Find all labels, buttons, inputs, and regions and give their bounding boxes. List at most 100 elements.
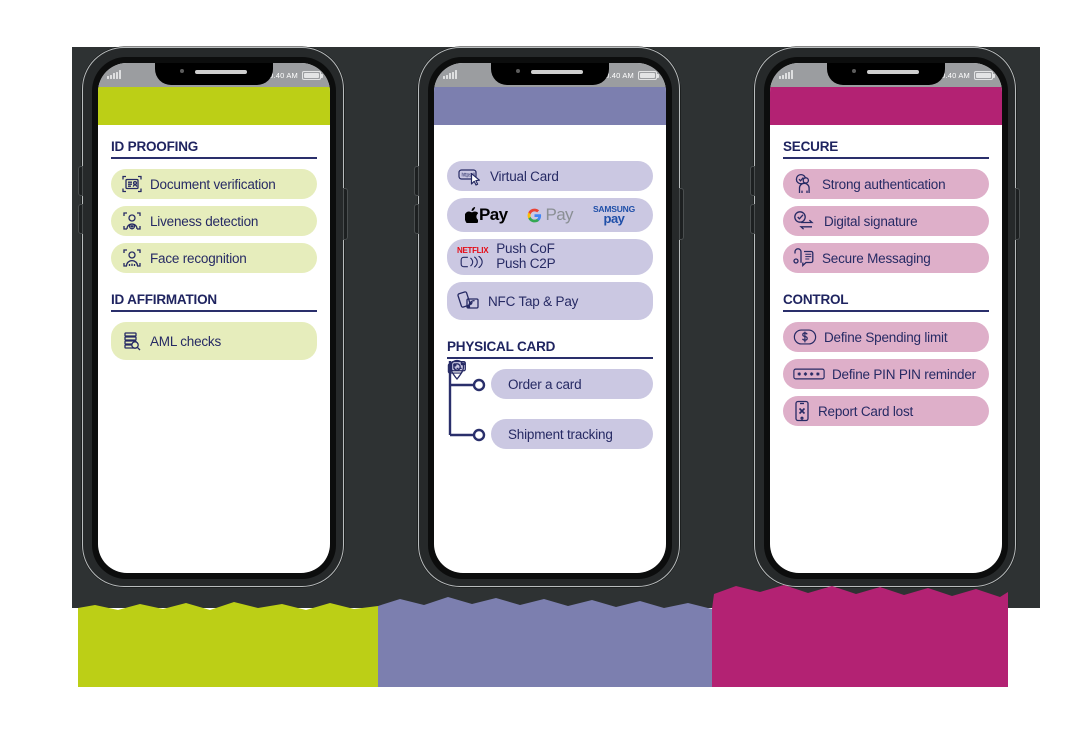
contactless-card-icon <box>460 256 483 268</box>
list-item-label: Digital signature <box>824 213 918 229</box>
apple-pay-label: Pay <box>479 205 508 224</box>
lime-block <box>78 602 378 687</box>
list-item-label: Document verification <box>150 176 276 192</box>
volume-down-button[interactable] <box>750 204 755 234</box>
list-item-label: Order a card <box>508 376 582 392</box>
volume-down-button[interactable] <box>414 204 419 234</box>
list-item-aml-checks[interactable]: AML checks <box>111 322 317 361</box>
list-item-push-provisioning[interactable]: NETFLIX Push CoF Push C2P <box>447 239 653 275</box>
list-item-document-verification[interactable]: Document verification <box>111 169 317 200</box>
list-item-label: Define PIN PIN reminder <box>832 366 976 382</box>
earpiece-speaker-icon <box>531 70 583 74</box>
volume-up-button[interactable] <box>414 166 419 196</box>
list-item-label: Define Spending limit <box>824 329 948 345</box>
app-header-band-security <box>770 87 1002 125</box>
section-rule <box>783 157 989 160</box>
notch <box>155 63 273 85</box>
id-document-scan-icon <box>121 174 143 194</box>
nfc-tap-pay-icon <box>457 289 481 313</box>
section-rule <box>111 157 317 160</box>
volume-down-button[interactable] <box>78 204 83 234</box>
wallet-logos-row[interactable]: Pay Pay SAMSUNG pay <box>447 198 653 232</box>
list-item-liveness-detection[interactable]: Liveness detection <box>111 206 317 237</box>
power-button[interactable] <box>343 188 348 240</box>
list-item-label: AML checks <box>150 333 222 349</box>
front-camera-icon <box>180 69 184 73</box>
list-item-define-pin[interactable]: Define PIN PIN reminder <box>783 359 989 390</box>
dollar-badge-icon <box>793 327 817 347</box>
front-camera-icon <box>852 69 856 73</box>
status-bar: 10.40 AM <box>98 63 330 87</box>
phone-payments: 10.40 AM https:// Virtual Card Pay Pay S… <box>414 47 684 587</box>
secure-message-icon <box>793 247 815 269</box>
phone-screen-identity: 10.40 AM ID PROOFING Document verificati… <box>98 63 330 573</box>
google-pay-label: Pay <box>545 205 573 224</box>
signature-exchange-icon <box>793 210 817 232</box>
content-payments: https:// Virtual Card Pay Pay SAMSUNG pa… <box>434 125 666 450</box>
power-button[interactable] <box>679 188 684 240</box>
list-item-shipment-tracking[interactable]: Shipment tracking <box>449 360 653 450</box>
section-rule <box>111 310 317 313</box>
list-item-digital-signature[interactable]: Digital signature <box>783 206 989 237</box>
google-pay-logo: Pay <box>527 205 574 225</box>
push-labels: Push CoF Push C2P <box>496 242 555 271</box>
list-item-virtual-card[interactable]: https:// Virtual Card <box>447 161 653 191</box>
section-title-secure: SECURE <box>783 139 839 154</box>
earpiece-speaker-icon <box>867 70 919 74</box>
periwinkle-block <box>378 597 712 687</box>
notch <box>827 63 945 85</box>
list-item-label: Face recognition <box>150 250 247 266</box>
power-button[interactable] <box>1015 188 1020 240</box>
phone-identity: 10.40 AM ID PROOFING Document verificati… <box>78 47 348 587</box>
status-bar: 10.40 AM <box>770 63 1002 87</box>
verified-user-icon <box>793 173 815 195</box>
status-bar: 10.40 AM <box>434 63 666 87</box>
app-header-band-identity <box>98 87 330 125</box>
magenta-block <box>712 585 1008 687</box>
section-title-control: CONTROL <box>783 292 849 308</box>
face-recognition-icon <box>121 247 143 269</box>
list-item-label: Report Card lost <box>818 403 914 419</box>
list-item-face-recognition[interactable]: Face recognition <box>111 243 317 274</box>
phone-screen-payments: 10.40 AM https:// Virtual Card Pay Pay S… <box>434 63 666 573</box>
phone-bezel: 10.40 AM https:// Virtual Card Pay Pay S… <box>428 57 672 579</box>
phone-bezel: 10.40 AM ID PROOFING Document verificati… <box>92 57 336 579</box>
list-item-label: Strong authentication <box>822 176 946 192</box>
volume-up-button[interactable] <box>78 166 83 196</box>
samsung-pay-logo: SAMSUNG pay <box>593 205 635 226</box>
list-item-report-card-lost[interactable]: Report Card lost <box>783 396 989 427</box>
section-title-id-affirmation: ID AFFIRMATION <box>111 292 217 308</box>
push-icons: NETFLIX <box>457 246 489 268</box>
battery-icon <box>638 70 659 80</box>
list-item-label: Virtual Card <box>490 168 559 184</box>
list-item-nfc-tap-pay[interactable]: NFC Tap & Pay <box>447 282 653 320</box>
list-item-secure-messaging[interactable]: Secure Messaging <box>783 243 989 274</box>
bottom-color-blocks <box>0 580 1080 710</box>
content-identity: ID PROOFING Document verification Livene… <box>98 125 330 361</box>
netflix-logo: NETFLIX <box>457 246 489 255</box>
list-item-spending-limit[interactable]: Define Spending limit <box>783 322 989 353</box>
list-item-label: Liveness detection <box>150 213 259 229</box>
app-header-band-payments <box>434 87 666 125</box>
samsung-pay-line2: pay <box>603 210 625 226</box>
phone-bezel: 10.40 AM SECURE Strong authentication Di… <box>764 57 1008 579</box>
signal-bars-icon <box>443 70 457 79</box>
physical-card-tree: Order a card Shipment tracking <box>447 360 653 450</box>
earpiece-speaker-icon <box>195 70 247 74</box>
phone-security: 10.40 AM SECURE Strong authentication Di… <box>750 47 1020 587</box>
bottom-white-strip <box>0 710 1080 742</box>
list-item-order-a-card[interactable]: Order a card <box>447 361 653 400</box>
section-title-id-proofing: ID PROOFING <box>111 139 199 154</box>
https-cursor-icon: https:// <box>457 165 483 187</box>
front-camera-icon <box>516 69 520 73</box>
list-item-label: NFC Tap & Pay <box>488 293 579 309</box>
section-rule <box>783 310 989 313</box>
volume-up-button[interactable] <box>750 166 755 196</box>
list-item-label: Shipment tracking <box>508 426 613 442</box>
face-liveness-scan-icon <box>121 210 143 232</box>
list-item-strong-authentication[interactable]: Strong authentication <box>783 169 989 200</box>
pin-asterisks-icon <box>793 366 825 382</box>
